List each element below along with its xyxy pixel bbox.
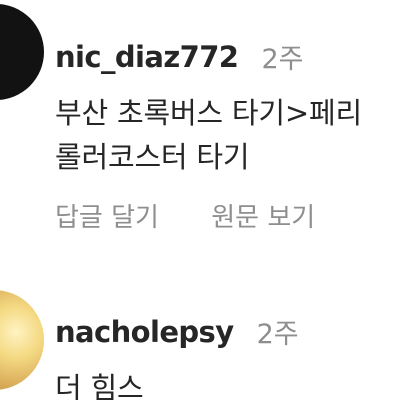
see-original-button[interactable]: 원문 보기 bbox=[211, 197, 315, 234]
comment-username[interactable]: nic_diaz772 bbox=[55, 40, 239, 74]
comment-text-line: 롤러코스터 타기 bbox=[55, 140, 250, 174]
comment-header: nacholepsy 2주 bbox=[55, 312, 400, 356]
comment-timestamp: 2주 bbox=[256, 319, 299, 350]
comment-text-line: 더 힘스 bbox=[55, 371, 144, 400]
comment-header: nic_diaz772 2주 bbox=[55, 37, 400, 81]
comment-text-line: 부산 초록버스 타기>페리 bbox=[55, 96, 362, 130]
comment-item: nic_diaz772 2주 부산 초록버스 타기>페리 롤러코스터 타기 답글… bbox=[55, 37, 400, 234]
comment-timestamp: 2주 bbox=[261, 44, 304, 75]
avatar[interactable] bbox=[0, 4, 44, 100]
avatar[interactable] bbox=[0, 290, 44, 390]
comment-item: nacholepsy 2주 더 힘스 bbox=[55, 312, 400, 400]
reply-button[interactable]: 답글 달기 bbox=[55, 197, 159, 234]
comments-screen: nic_diaz772 2주 부산 초록버스 타기>페리 롤러코스터 타기 답글… bbox=[0, 0, 400, 400]
comment-actions: 답글 달기 원문 보기 bbox=[55, 197, 400, 234]
comment-text: 부산 초록버스 타기>페리 롤러코스터 타기 bbox=[55, 91, 400, 179]
comment-text: 더 힘스 bbox=[55, 366, 400, 400]
comment-username[interactable]: nacholepsy bbox=[55, 315, 234, 349]
